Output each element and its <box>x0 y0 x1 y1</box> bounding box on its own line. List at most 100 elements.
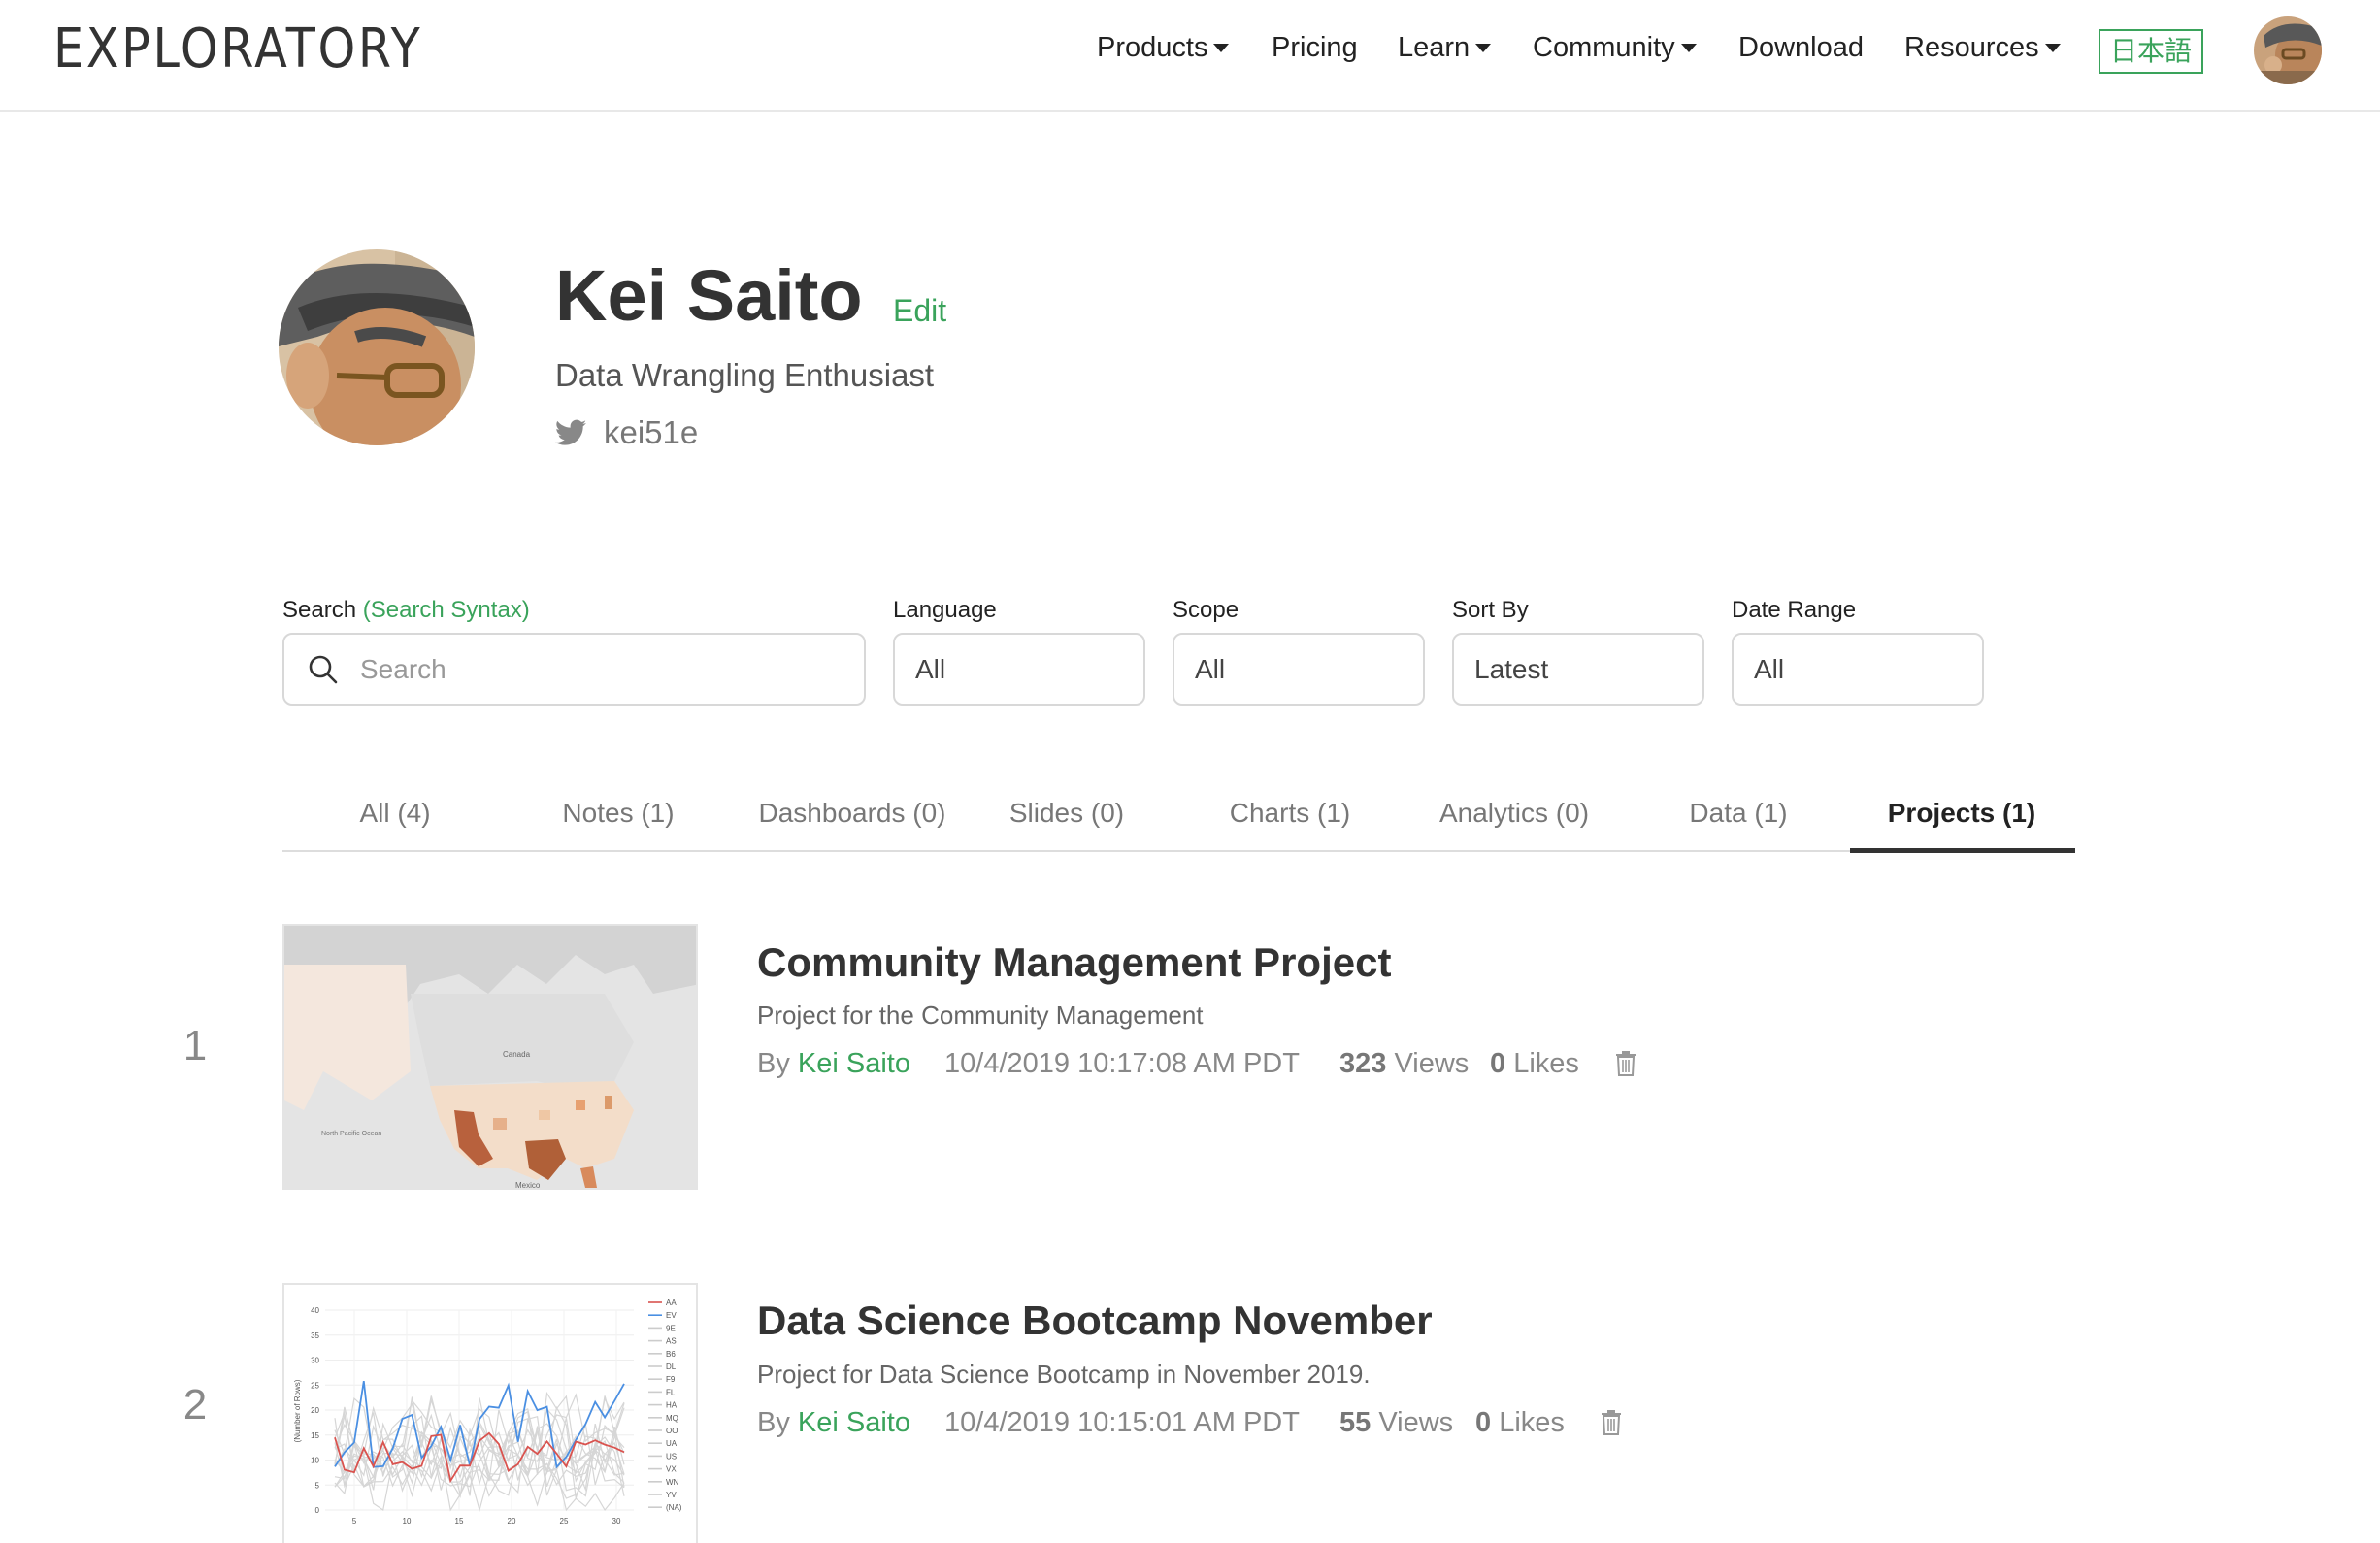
legend-label: HA <box>666 1401 678 1410</box>
x-tick-label: 30 <box>612 1517 621 1526</box>
nav-download-label: Download <box>1738 32 1864 63</box>
nav-products-label: Products <box>1097 32 1208 63</box>
tab-analytics[interactable]: Analytics (0) <box>1439 798 1589 829</box>
language-select[interactable]: All <box>893 633 1145 706</box>
tab-data[interactable]: Data (1) <box>1689 798 1787 829</box>
avatar-icon <box>2254 16 2322 84</box>
y-tick-label: 10 <box>311 1457 319 1465</box>
tab-charts[interactable]: Charts (1) <box>1230 798 1350 829</box>
y-tick-label: 5 <box>315 1481 320 1490</box>
search-input[interactable]: Search <box>282 633 866 706</box>
legend-label: US <box>666 1452 677 1461</box>
x-tick-label: 5 <box>352 1517 357 1526</box>
user-avatar[interactable] <box>2254 16 2322 84</box>
legend-label: B6 <box>666 1350 676 1359</box>
top-navbar: EXPLORATORY Products Pricing Learn Commu… <box>0 0 2380 112</box>
tab-slides[interactable]: Slides (0) <box>1009 798 1124 829</box>
delete-button[interactable] <box>1614 1050 1637 1082</box>
legend-label: EV <box>666 1311 677 1320</box>
date-range-label: Date Range <box>1732 597 1857 623</box>
nav-community[interactable]: Community <box>1533 32 1697 64</box>
legend-label: VX <box>666 1465 677 1474</box>
y-tick-label: 20 <box>311 1406 319 1415</box>
edit-profile-link[interactable]: Edit <box>893 293 946 329</box>
views-label: Views <box>1394 1048 1470 1079</box>
trash-icon <box>1602 1410 1621 1435</box>
scope-label: Scope <box>1173 597 1240 623</box>
legend-label: F9 <box>666 1375 676 1384</box>
twitter-link[interactable]: kei51e <box>555 414 698 451</box>
legend-label: FL <box>666 1388 676 1396</box>
item-timestamp: 10/4/2019 10:15:01 AM PDT <box>944 1407 1300 1438</box>
item-author: By Kei Saito <box>757 1407 910 1439</box>
item-likes: 0 Likes <box>1490 1048 1579 1080</box>
nav-community-label: Community <box>1533 32 1675 63</box>
map-label-canada: Canada <box>503 1050 531 1059</box>
row-number: 1 <box>182 1022 208 1069</box>
author-link[interactable]: Kei Saito <box>798 1048 910 1079</box>
legend-label: YV <box>666 1491 677 1499</box>
likes-label: Likes <box>1499 1407 1565 1438</box>
legend-label: AS <box>666 1337 677 1346</box>
nav-pricing-label: Pricing <box>1272 32 1358 63</box>
map-label-mexico: Mexico <box>515 1181 541 1190</box>
nav-learn[interactable]: Learn <box>1398 32 1492 64</box>
tabs-divider <box>282 850 2074 852</box>
legend-label: WN <box>666 1478 679 1487</box>
line-chart-image: 0 5 10 15 20 25 30 35 40 5 10 15 20 25 30 (Number of Ro… <box>284 1285 696 1543</box>
author-link[interactable]: Kei Saito <box>798 1407 910 1438</box>
item-author: By Kei Saito <box>757 1048 910 1080</box>
japanese-language-button[interactable]: 日本語 <box>2099 29 2203 74</box>
views-label: Views <box>1378 1407 1454 1438</box>
y-tick-label: 40 <box>311 1306 319 1315</box>
search-label: Search (Search Syntax) <box>282 597 530 624</box>
profile-tagline: Data Wrangling Enthusiast <box>555 357 935 393</box>
map-label-pacific: North Pacific Ocean <box>321 1131 381 1137</box>
scope-select[interactable]: All <box>1173 633 1425 706</box>
views-count: 55 <box>1339 1407 1372 1438</box>
by-label: By <box>757 1407 790 1438</box>
line-chart-thumbnail[interactable]: 0 5 10 15 20 25 30 35 40 5 10 15 20 25 30 (Number of Ro… <box>282 1283 698 1543</box>
nav-products[interactable]: Products <box>1097 32 1230 64</box>
legend-label: 9E <box>666 1324 676 1332</box>
tab-dashboards[interactable]: Dashboards (0) <box>759 798 946 829</box>
nav-pricing[interactable]: Pricing <box>1272 32 1358 64</box>
tab-notes[interactable]: Notes (1) <box>562 798 674 829</box>
y-axis-label: (Number of Rows) <box>293 1379 302 1442</box>
tab-projects[interactable]: Projects (1) <box>1888 798 2036 829</box>
legend-label: UA <box>666 1439 678 1448</box>
y-tick-label: 35 <box>311 1331 319 1340</box>
caret-down-icon <box>1213 44 1230 52</box>
item-description: Project for the Community Management <box>757 1001 1204 1030</box>
legend-label: DL <box>666 1362 677 1371</box>
sort-by-select[interactable]: Latest <box>1452 633 1704 706</box>
search-syntax-link[interactable]: (Search Syntax) <box>363 597 530 623</box>
delete-button[interactable] <box>1600 1409 1623 1441</box>
trash-icon <box>1616 1051 1636 1076</box>
item-views: 55 Views <box>1339 1407 1453 1439</box>
nav-learn-label: Learn <box>1398 32 1471 63</box>
search-icon <box>309 655 338 684</box>
item-title[interactable]: Data Science Bootcamp November <box>757 1297 1433 1344</box>
exploratory-logo[interactable]: EXPLORATORY <box>53 17 422 81</box>
item-description: Project for Data Science Bootcamp in Nov… <box>757 1360 1371 1389</box>
profile-avatar <box>279 249 475 445</box>
row-number: 2 <box>182 1381 208 1428</box>
tab-all[interactable]: All (4) <box>359 798 430 829</box>
item-timestamp: 10/4/2019 10:17:08 AM PDT <box>944 1048 1300 1079</box>
language-label: Language <box>893 597 997 623</box>
item-likes: 0 Likes <box>1475 1407 1565 1439</box>
legend-label: AA <box>666 1298 677 1307</box>
date-range-select[interactable]: All <box>1732 633 1984 706</box>
map-thumbnail[interactable]: Canada Mexico North Pacific Ocean <box>282 924 698 1190</box>
x-tick-label: 25 <box>560 1517 569 1526</box>
y-tick-label: 15 <box>311 1431 319 1440</box>
nav-resources-label: Resources <box>1904 32 2039 63</box>
sort-by-label: Sort By <box>1452 597 1529 623</box>
legend-label: MQ <box>666 1414 678 1423</box>
legend-label: (NA) <box>666 1503 682 1512</box>
nav-resources[interactable]: Resources <box>1904 32 2061 64</box>
item-title[interactable]: Community Management Project <box>757 939 1391 986</box>
views-count: 323 <box>1339 1048 1387 1079</box>
nav-download[interactable]: Download <box>1738 32 1864 64</box>
